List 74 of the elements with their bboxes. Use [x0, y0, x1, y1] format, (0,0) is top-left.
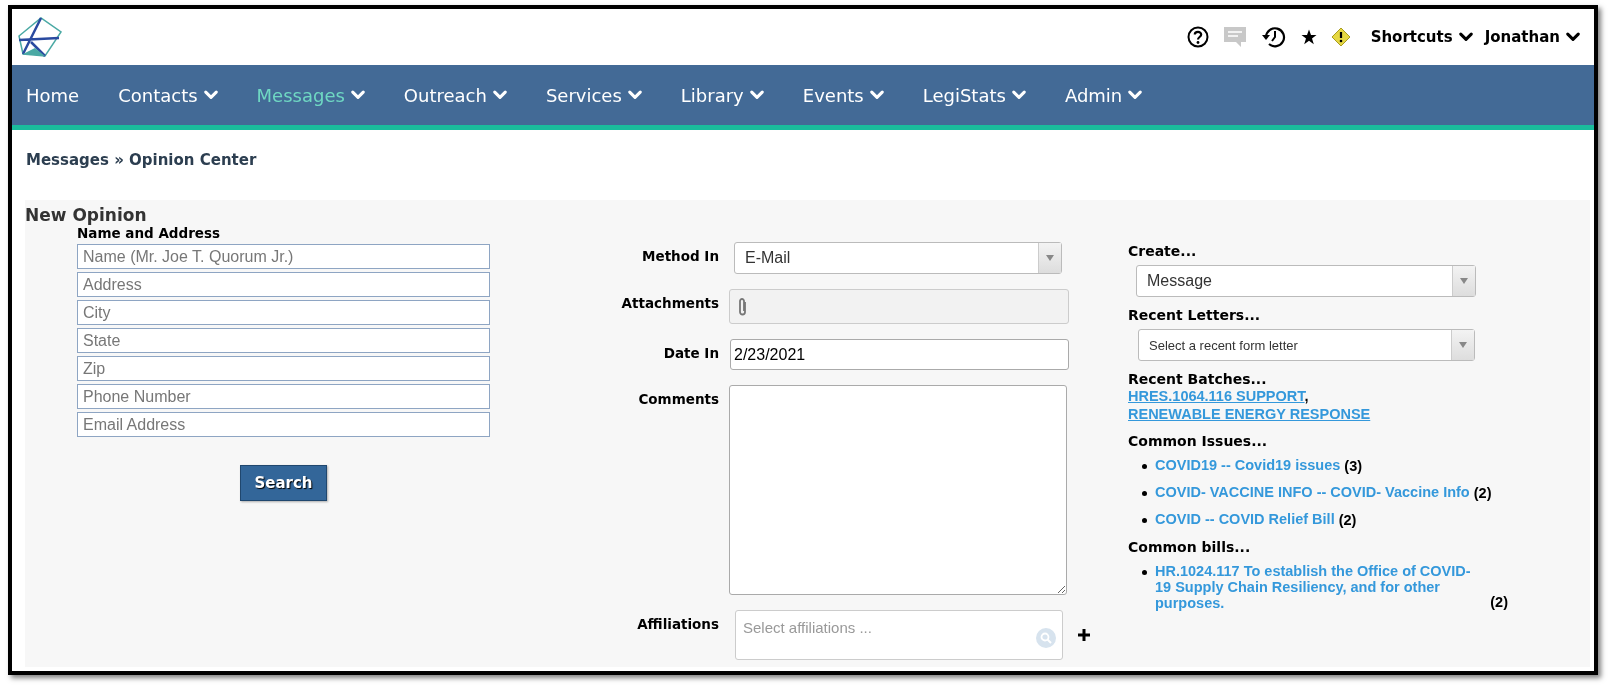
item-count: (2): [1473, 484, 1492, 502]
nav-tab[interactable]: Home: [12, 84, 103, 106]
field-label: Name and Address: [77, 225, 222, 241]
letter-dropdown[interactable]: Select a recent form letter: [1138, 329, 1475, 361]
caret-icon: [1459, 342, 1467, 348]
caret-icon: [1011, 90, 1026, 100]
history-icon[interactable]: [1260, 25, 1287, 49]
nav-tab[interactable]: Admin: [1048, 84, 1166, 106]
field-label: Create...: [1128, 243, 1198, 259]
caret-icon: [627, 90, 642, 100]
caret-icon: [1046, 255, 1054, 261]
method-dropdown[interactable]: E-Mail: [734, 242, 1062, 274]
section-title: New Opinion: [25, 205, 148, 225]
star-icon[interactable]: [1300, 29, 1317, 45]
nav-tab[interactable]: Events: [786, 84, 907, 106]
field-label: Common Issues...: [1128, 433, 1269, 449]
input-field[interactable]: Name (Mr. Joe T. Quorum Jr.): [77, 244, 490, 269]
caret-icon: [749, 90, 764, 100]
caret-icon: [350, 90, 365, 100]
issue-link[interactable]: COVID19 -- Covid19 issues: [1155, 457, 1341, 475]
affiliations-field[interactable]: Select affiliations ...: [735, 610, 1063, 660]
caret-icon: [203, 90, 218, 100]
field-label: Comments: [637, 390, 719, 409]
item-count: (2): [1338, 511, 1357, 529]
nav-tab[interactable]: LegiStats: [906, 84, 1049, 106]
nav-tab[interactable]: Outreach: [387, 84, 530, 106]
bullet-icon: [1142, 491, 1147, 496]
search-icon: [1036, 628, 1056, 648]
nav-tab[interactable]: Contacts: [102, 84, 241, 106]
input-field[interactable]: State: [77, 328, 490, 353]
input-field[interactable]: Email Address: [77, 412, 490, 437]
user-menu[interactable]: Jonathan: [1478, 28, 1586, 46]
field-label: Date In: [662, 344, 719, 363]
caret-icon: [1128, 90, 1143, 100]
batch-link[interactable]: HRES.1064.116 SUPPORT: [1128, 388, 1305, 404]
nav-tab[interactable]: Services: [529, 84, 665, 106]
date-field[interactable]: 2/23/2021: [730, 339, 1069, 370]
comments-field[interactable]: [729, 385, 1067, 595]
item-count: (3): [1344, 457, 1363, 475]
shortcuts-menu[interactable]: Shortcuts: [1364, 28, 1479, 46]
field-label: Affiliations: [636, 615, 719, 634]
nav-tab[interactable]: Messages: [240, 84, 388, 106]
warning-icon[interactable]: [1330, 27, 1351, 47]
field-label: Common bills...: [1128, 539, 1252, 555]
search-button[interactable]: Search: [240, 465, 327, 501]
field-label: Method In: [641, 247, 719, 266]
field-label: Recent Letters...: [1128, 307, 1262, 323]
input-field[interactable]: Phone Number: [77, 384, 490, 409]
input-field[interactable]: City: [77, 300, 490, 325]
caret-icon: [1460, 278, 1468, 284]
caret-icon: [869, 90, 884, 100]
issue-link[interactable]: HR.1024.117 To establish the Office of COVID-19 Supply Chain Resiliency, and for other purposes.: [1155, 563, 1487, 611]
caret-icon: [1458, 32, 1473, 42]
field-label: Recent Batches...: [1128, 371, 1268, 387]
issue-link[interactable]: COVID -- COVID Relief Bill: [1155, 511, 1335, 529]
logo-drawing[interactable]: [15, 14, 65, 60]
bullet-icon: [1142, 570, 1147, 575]
caret-icon: [492, 90, 507, 100]
issue-link[interactable]: COVID- VACCINE INFO -- COVID- Vaccine Info: [1155, 484, 1470, 502]
field-label: Attachments: [620, 294, 719, 313]
bullet-icon: [1142, 464, 1147, 469]
attachment-field[interactable]: [729, 289, 1069, 324]
create-dropdown[interactable]: Message: [1136, 265, 1476, 297]
nav-tab[interactable]: Library: [664, 84, 787, 106]
help-icon[interactable]: [1186, 26, 1209, 48]
paperclip-icon[interactable]: [738, 296, 748, 317]
batch-link[interactable]: RENEWABLE ENERGY RESPONSE: [1128, 406, 1371, 422]
caret-icon: [1566, 32, 1580, 42]
item-count: (2): [1490, 593, 1508, 611]
bullet-icon: [1142, 518, 1147, 523]
breadcrumb: Messages » Opinion Center: [25, 150, 258, 171]
input-field[interactable]: Zip: [77, 356, 490, 381]
input-field[interactable]: Address: [77, 272, 490, 297]
plus-icon[interactable]: [1077, 628, 1091, 642]
